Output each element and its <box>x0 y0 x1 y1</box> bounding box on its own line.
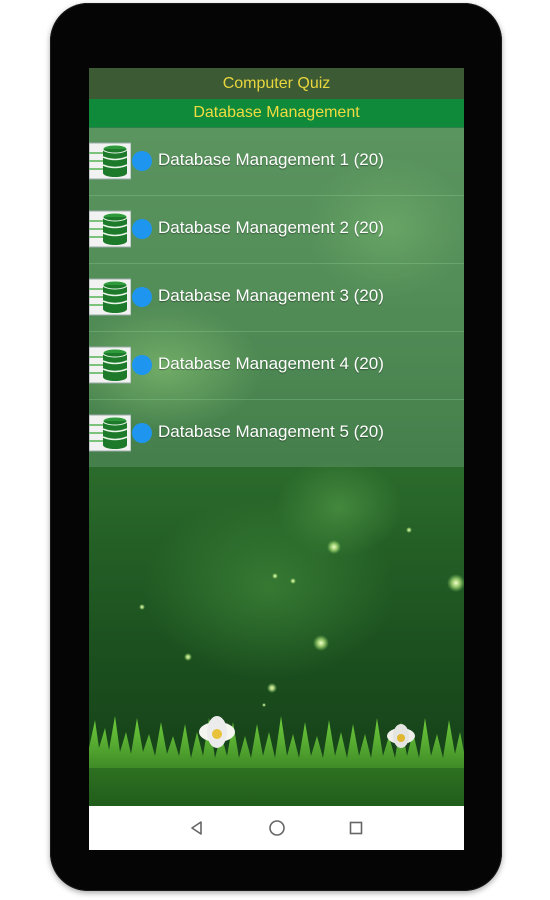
app-title: Computer Quiz <box>222 74 331 92</box>
system-nav-bar <box>89 806 464 850</box>
circle-home-icon <box>269 820 285 836</box>
list-item[interactable]: Database Management 4 (20) <box>89 331 464 400</box>
back-button[interactable] <box>186 817 208 839</box>
list-item[interactable]: Database Management 3 (20) <box>89 263 464 332</box>
quiz-list: Database Management 1 (20) Database Mana… <box>89 127 464 467</box>
database-table-icon <box>89 414 131 452</box>
bullet-dot-icon <box>132 355 152 375</box>
list-item-label: Database Management 3 (20) <box>158 286 384 305</box>
list-item[interactable]: Database Management 2 (20) <box>89 195 464 264</box>
list-item-label: Database Management 5 (20) <box>158 422 384 441</box>
list-item[interactable]: Database Management 1 (20) <box>89 127 464 196</box>
list-item-label: Database Management 1 (20) <box>158 150 384 169</box>
firefly-lights <box>139 527 464 707</box>
app-title-bar: Computer Quiz <box>89 68 464 99</box>
list-item-label: Database Management 4 (20) <box>158 354 384 373</box>
database-table-icon <box>89 278 131 316</box>
bullet-dot-icon <box>132 219 152 239</box>
bullet-dot-icon <box>132 423 152 443</box>
bullet-dot-icon <box>132 151 152 171</box>
square-recents-icon <box>349 821 363 835</box>
category-title: Database Management <box>193 104 360 121</box>
database-table-icon <box>89 210 131 248</box>
bullet-dot-icon <box>132 287 152 307</box>
triangle-back-icon <box>191 821 202 835</box>
category-header: Database Management <box>89 99 464 128</box>
database-table-icon <box>89 346 131 384</box>
database-table-icon <box>89 142 131 180</box>
recents-button[interactable] <box>345 817 367 839</box>
app-screen: Computer Quiz Database Management Databa… <box>89 68 464 850</box>
home-button[interactable] <box>266 817 288 839</box>
list-item[interactable]: Database Management 5 (20) <box>89 399 464 467</box>
list-item-label: Database Management 2 (20) <box>158 218 384 237</box>
